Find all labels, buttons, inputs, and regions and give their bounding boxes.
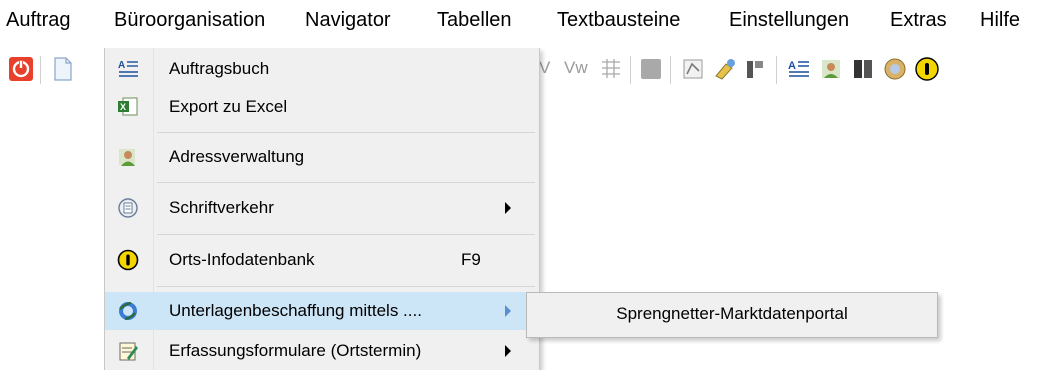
address-book-icon: [119, 149, 135, 166]
menu-hilfe[interactable]: Hilfe: [980, 8, 1020, 32]
menu-textbausteine[interactable]: Textbausteine: [557, 8, 680, 32]
svg-text:X: X: [120, 102, 126, 112]
submenu-arrow-icon: [505, 345, 511, 357]
menu-separator: [157, 286, 535, 287]
text-lines-icon[interactable]: A: [786, 56, 812, 82]
menu-item-export-excel[interactable]: X Export zu Excel: [105, 88, 539, 126]
submenu-arrow-icon: [505, 202, 511, 214]
globe-icon[interactable]: [882, 56, 908, 82]
new-document-icon[interactable]: [50, 56, 76, 82]
toolbar-vw-label[interactable]: Vw: [564, 58, 588, 78]
menu-item-auftragsbuch[interactable]: A Auftragsbuch: [105, 50, 539, 88]
menu-item-shortcut: F9: [461, 250, 481, 269]
menu-navigator[interactable]: Navigator: [305, 8, 391, 32]
menu-item-label: Erfassungsformulare (Ortstermin): [169, 341, 422, 360]
menu-item-label: Adressverwaltung: [169, 147, 305, 166]
wrench-icon[interactable]: [712, 56, 738, 82]
excel-icon: X: [118, 97, 138, 116]
menu-extras[interactable]: Extras: [890, 8, 947, 32]
menu-item-schriftverkehr[interactable]: Schriftverkehr: [105, 189, 539, 227]
submenu-arrow-icon: [505, 305, 511, 317]
toolbar-separator: [776, 56, 777, 84]
menu-bueroorganisation[interactable]: Büroorganisation: [114, 8, 265, 32]
unterlagenbeschaffung-submenu: Sprengnetter-Marktdatenportal: [526, 292, 938, 338]
menu-item-label: Orts-Infodatenbank: [169, 250, 315, 269]
toolbar-separator: [40, 56, 41, 84]
form-icon: [119, 342, 138, 361]
menu-bar: Auftrag Büroorganisation Navigator Tabel…: [0, 0, 1047, 40]
menu-item-label: Schriftverkehr: [169, 198, 274, 217]
menu-tabellen[interactable]: Tabellen: [437, 8, 512, 32]
menu-item-adressverwaltung[interactable]: Adressverwaltung: [105, 138, 539, 176]
bueroorganisation-dropdown: A Auftragsbuch X Export zu Excel Adressv…: [104, 48, 540, 370]
binder-icon[interactable]: [850, 56, 876, 82]
info-icon[interactable]: [914, 56, 940, 82]
menu-separator: [157, 234, 535, 235]
menu-separator: [157, 132, 535, 133]
toolbar-v-label[interactable]: V: [539, 58, 550, 78]
correspondence-icon: [118, 198, 138, 218]
info-icon: [117, 249, 139, 271]
power-icon[interactable]: [8, 56, 34, 82]
menu-item-orts-infodatenbank[interactable]: Orts-Infodatenbank F9: [105, 241, 539, 279]
svg-text:A: A: [788, 60, 796, 72]
block-icon[interactable]: [638, 56, 664, 82]
menu-item-erfassungsformulare[interactable]: Erfassungsformulare (Ortstermin): [105, 332, 539, 370]
menu-item-label: Unterlagenbeschaffung mittels ....: [169, 301, 422, 320]
flag-icon[interactable]: [742, 56, 768, 82]
toolbar-separator: [630, 56, 631, 84]
menu-item-label: Auftragsbuch: [169, 59, 270, 78]
globe-icon: [119, 301, 137, 321]
menu-separator: [157, 182, 535, 183]
svg-text:A: A: [118, 60, 125, 71]
menu-item-unterlagenbeschaffung[interactable]: Unterlagenbeschaffung mittels ....: [105, 292, 539, 330]
text-lines-icon: A: [118, 60, 138, 77]
stamp-icon[interactable]: [680, 56, 706, 82]
address-book-icon[interactable]: [818, 56, 844, 82]
menu-einstellungen[interactable]: Einstellungen: [729, 8, 849, 32]
menu-auftrag[interactable]: Auftrag: [6, 8, 70, 32]
table-icon[interactable]: [598, 56, 624, 82]
menu-item-label: Export zu Excel: [169, 97, 288, 116]
submenu-item-sprengnetter-marktdatenportal[interactable]: Sprengnetter-Marktdatenportal: [527, 304, 937, 324]
toolbar-separator: [670, 56, 671, 84]
